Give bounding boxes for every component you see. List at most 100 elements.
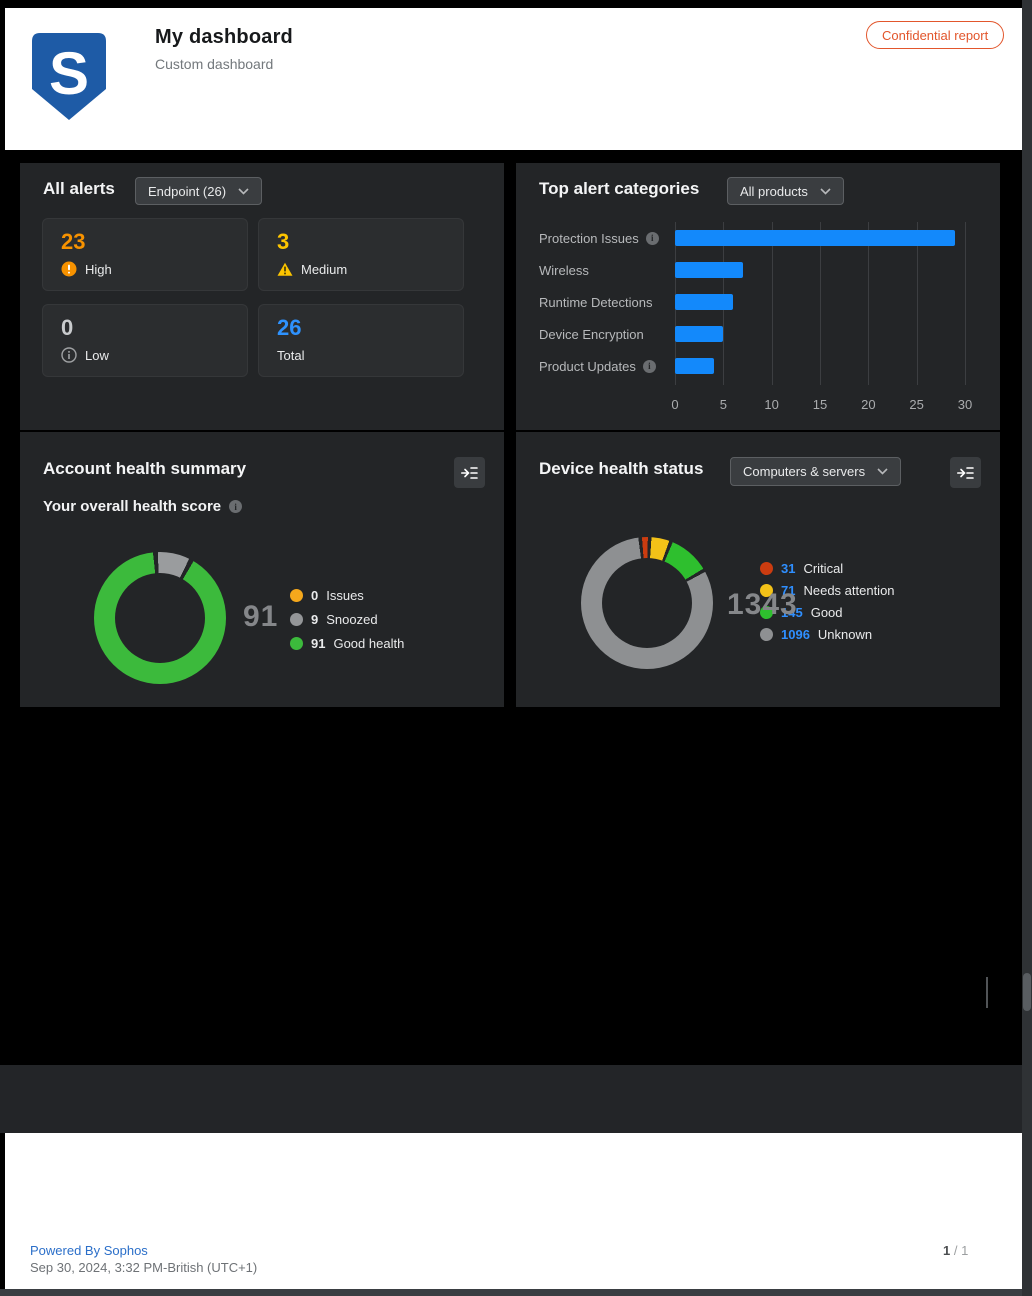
- medium-alerts-count: 3: [277, 229, 289, 255]
- legend-dot-icon: [290, 589, 303, 602]
- scrollbar-track[interactable]: [1022, 0, 1032, 1296]
- bar: [675, 358, 714, 374]
- x-axis-tick-label: 30: [958, 397, 972, 412]
- bar-track: [675, 358, 965, 374]
- go-to-details-icon: [461, 466, 478, 480]
- medium-alerts-tile: 3 Medium: [258, 218, 464, 291]
- low-alert-icon: [61, 347, 77, 363]
- chevron-down-icon: [877, 468, 888, 475]
- x-axis-tick-label: 25: [909, 397, 923, 412]
- bar-category-label: Product Updatesi: [539, 350, 673, 382]
- bar-chart-row: Wireless: [539, 254, 965, 286]
- top-alert-categories-title: Top alert categories: [539, 179, 699, 199]
- legend-label: Unknown: [818, 627, 872, 642]
- x-axis-tick-label: 10: [764, 397, 778, 412]
- legend-value: 9: [311, 612, 318, 627]
- bar-track: [675, 326, 965, 342]
- bar-category-label: Protection Issuesi: [539, 222, 673, 254]
- bar-chart-row: Device Encryption: [539, 318, 965, 350]
- legend-value: 0: [311, 588, 318, 603]
- scrollbar-thumb[interactable]: [1023, 973, 1031, 1011]
- low-alerts-count: 0: [61, 315, 73, 341]
- all-alerts-title: All alerts: [43, 179, 115, 199]
- products-filter-dropdown[interactable]: All products: [727, 177, 844, 205]
- bar: [675, 262, 743, 278]
- chevron-down-icon: [238, 188, 249, 195]
- high-alerts-count: 23: [61, 229, 85, 255]
- medium-alerts-label: Medium: [301, 262, 347, 277]
- legend-dot-icon: [760, 562, 773, 575]
- page-total: / 1: [950, 1243, 968, 1258]
- legend-item: 91 Good health: [290, 631, 404, 655]
- powered-by-sophos-link[interactable]: Powered By Sophos: [30, 1243, 148, 1258]
- bar-chart-row: Protection Issuesi: [539, 222, 965, 254]
- bar: [675, 230, 955, 246]
- x-axis-tick-label: 0: [671, 397, 678, 412]
- page-title: My dashboard: [155, 26, 293, 49]
- go-to-details-icon: [957, 466, 974, 480]
- account-health-donut-chart: [94, 552, 226, 684]
- bottom-border: [0, 1289, 1032, 1296]
- device-total-count: 1343: [727, 588, 798, 622]
- medium-alert-icon: [277, 262, 293, 277]
- account-health-legend: 0 Issues 9 Snoozed91 Good health: [290, 583, 404, 655]
- chevron-down-icon: [820, 188, 831, 195]
- report-timestamp: Sep 30, 2024, 3:32 PM-British (UTC+1): [30, 1260, 257, 1275]
- alerts-scope-dropdown[interactable]: Endpoint (26): [135, 177, 262, 205]
- page-indicator: 1 / 1: [943, 1243, 968, 1258]
- bar-chart-row: Product Updatesi: [539, 350, 965, 382]
- low-alerts-tile: 0 Low: [42, 304, 248, 377]
- legend-label: Good health: [333, 636, 404, 651]
- info-icon[interactable]: i: [646, 232, 659, 245]
- legend-item: 31Critical: [760, 557, 895, 579]
- top-alert-categories-panel: Top alert categories All products Protec…: [516, 163, 1000, 430]
- legend-item: 1096Unknown: [760, 623, 895, 645]
- top-border: [0, 0, 1032, 8]
- products-filter-value: All products: [740, 184, 808, 199]
- total-alerts-tile: 26 Total: [258, 304, 464, 377]
- device-health-panel: Device health status Computers & servers…: [516, 432, 1000, 707]
- legend-value: 91: [311, 636, 325, 651]
- device-type-dropdown[interactable]: Computers & servers: [730, 457, 901, 486]
- legend-dot-icon: [760, 628, 773, 641]
- bar-chart: Protection IssuesiWirelessRuntime Detect…: [539, 222, 965, 382]
- info-icon[interactable]: i: [229, 500, 242, 513]
- high-alerts-tile: 23 High: [42, 218, 248, 291]
- alerts-scope-value: Endpoint (26): [148, 184, 226, 199]
- bar: [675, 294, 733, 310]
- legend-label: Snoozed: [326, 612, 377, 627]
- device-health-title: Device health status: [539, 459, 703, 479]
- bar-track: [675, 294, 965, 310]
- high-alerts-label: High: [85, 262, 112, 277]
- legend-item: 0 Issues: [290, 583, 404, 607]
- bar-category-label: Device Encryption: [539, 318, 673, 350]
- legend-dot-icon: [290, 637, 303, 650]
- legend-item: 9 Snoozed: [290, 607, 404, 631]
- inner-scrollbar[interactable]: [986, 977, 988, 1008]
- bar-category-label: Runtime Detections: [539, 286, 673, 318]
- svg-text:S: S: [49, 40, 89, 107]
- info-icon[interactable]: i: [643, 360, 656, 373]
- bar-track: [675, 230, 965, 246]
- bar-chart-row: Runtime Detections: [539, 286, 965, 318]
- all-alerts-panel: All alerts Endpoint (26) 23 High 3 Mediu…: [20, 163, 504, 430]
- legend-value: 31: [781, 561, 795, 576]
- account-health-panel: Account health summary Your overall heal…: [20, 432, 504, 707]
- page-bottom-band: [0, 1065, 1032, 1133]
- legend-label: Needs attention: [803, 583, 894, 598]
- bar-track: [675, 262, 965, 278]
- account-health-drilldown-button[interactable]: [454, 457, 485, 488]
- account-health-score: 91: [243, 600, 278, 634]
- legend-label: Good: [811, 605, 843, 620]
- confidential-report-button[interactable]: Confidential report: [866, 21, 1004, 49]
- health-score-heading: Your overall health score: [43, 498, 221, 515]
- legend-label: Issues: [326, 588, 364, 603]
- report-header: S My dashboard Custom dashboard Confiden…: [5, 8, 1022, 150]
- low-alerts-label: Low: [85, 348, 109, 363]
- x-axis-tick-label: 15: [813, 397, 827, 412]
- device-health-drilldown-button[interactable]: [950, 457, 981, 488]
- report-footer: Powered By Sophos Sep 30, 2024, 3:32 PM-…: [5, 1133, 1022, 1289]
- high-alert-icon: [61, 261, 77, 277]
- sophos-logo-icon: S: [27, 30, 111, 124]
- page-subtitle: Custom dashboard: [155, 56, 293, 72]
